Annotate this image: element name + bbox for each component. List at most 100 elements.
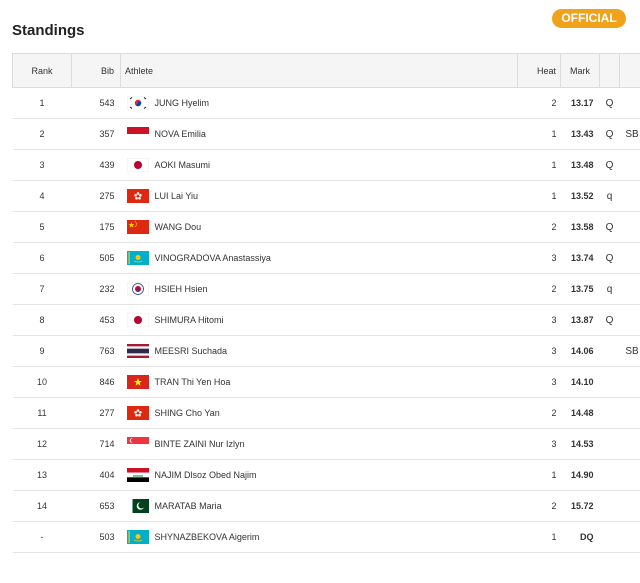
- cell-mark: DQ: [580, 532, 594, 542]
- table-row[interactable]: 2 357 NOVA Emilia 1 13.43 Q SB: [12, 119, 640, 150]
- table-row[interactable]: 10 846 TRAN Thi Yen Hoa 3 14.10: [12, 367, 640, 398]
- cell-rank: 2: [39, 129, 45, 139]
- flag-vie-icon: [126, 375, 149, 389]
- cell-rank: 1: [39, 98, 45, 108]
- cell-mark: 14.53: [570, 439, 594, 449]
- cell-qualifier: q: [606, 283, 613, 295]
- cell-heat: 3: [551, 253, 557, 263]
- cell-record: [620, 243, 640, 274]
- col-heat[interactable]: Heat: [517, 53, 561, 88]
- cell-bib: 357: [99, 129, 115, 139]
- flag-jpn-icon: [126, 157, 149, 173]
- athlete-name: AOKI Masumi: [154, 160, 211, 170]
- cell-record: SB: [625, 345, 639, 357]
- cell-mark: 13.75: [570, 284, 594, 294]
- cell-heat: 3: [551, 377, 557, 387]
- cell-mark: 13.58: [570, 222, 594, 232]
- flag-tpe-icon: [126, 281, 149, 297]
- cell-record: [620, 212, 640, 243]
- flag-irq-icon: [126, 468, 149, 482]
- col-bib[interactable]: Bib: [71, 53, 121, 88]
- cell-athlete: NOVA Emilia: [121, 119, 518, 150]
- flag-sgp-icon: [126, 437, 149, 451]
- table-row[interactable]: 14 653 MARATAB Maria 2 15.72: [12, 491, 640, 522]
- cell-mark: 15.72: [570, 501, 594, 511]
- cell-mark: 14.90: [570, 470, 594, 480]
- table-row[interactable]: 11 277 SHING Cho Yan 2 14.48: [12, 398, 640, 429]
- cell-mark: 13.87: [570, 315, 594, 325]
- cell-bib: 277: [99, 408, 115, 418]
- cell-mark: 13.48: [570, 160, 594, 170]
- table-row[interactable]: 9 763 MEESRI Suchada 3 14.06 SB: [12, 336, 640, 367]
- cell-athlete: SHYNAZBEKOVA Aigerim: [121, 522, 518, 553]
- cell-heat: 1: [551, 160, 557, 170]
- athlete-name: WANG Dou: [154, 222, 202, 232]
- col-mark[interactable]: Mark: [560, 53, 600, 88]
- cell-heat: 2: [551, 501, 557, 511]
- table-row[interactable]: - 503 SHYNAZBEKOVA Aigerim 1 DQ: [12, 522, 640, 553]
- table-row[interactable]: 12 714 BINTE ZAINI Nur Izlyn 3 14.53: [12, 429, 640, 460]
- cell-heat: 1: [551, 129, 557, 139]
- table-row[interactable]: 6 505 VINOGRADOVA Anastassiya 3 13.74 Q: [12, 243, 640, 274]
- page-title: Standings: [12, 22, 85, 39]
- official-badge: OFFICIAL: [552, 9, 626, 28]
- col-qualifier: [599, 53, 620, 88]
- table-header: Rank Bib Athlete Heat Mark: [12, 53, 640, 88]
- cell-bib: 505: [99, 253, 115, 263]
- cell-qualifier: Q: [605, 314, 614, 326]
- cell-heat: 3: [551, 315, 557, 325]
- cell-qualifier: [600, 429, 620, 460]
- cell-qualifier: [600, 336, 620, 367]
- cell-qualifier: Q: [605, 128, 614, 140]
- athlete-name: SHYNAZBEKOVA Aigerim: [154, 532, 260, 542]
- table-row[interactable]: 3 439 AOKI Masumi 1 13.48 Q: [12, 150, 640, 181]
- cell-bib: 275: [99, 191, 115, 201]
- cell-heat: 1: [551, 191, 557, 201]
- col-athlete[interactable]: Athlete: [120, 53, 518, 88]
- cell-athlete: SHIMURA Hitomi: [121, 305, 518, 336]
- cell-record: SB: [625, 128, 639, 140]
- athlete-name: JUNG Hyelim: [154, 98, 210, 108]
- cell-athlete: TRAN Thi Yen Hoa: [121, 367, 518, 398]
- table-row[interactable]: 7 232 HSIEH Hsien 2 13.75 q: [12, 274, 640, 305]
- athlete-name: VINOGRADOVA Anastassiya: [154, 253, 271, 263]
- cell-bib: 543: [99, 98, 115, 108]
- cell-athlete: BINTE ZAINI Nur Izlyn: [121, 429, 518, 460]
- cell-athlete: MARATAB Maria: [121, 491, 518, 522]
- table-row[interactable]: 5 175 WANG Dou 2 13.58 Q: [12, 212, 640, 243]
- cell-athlete: AOKI Masumi: [121, 150, 518, 181]
- flag-kor-icon: [126, 95, 149, 111]
- cell-record: [620, 181, 640, 212]
- cell-bib: 404: [99, 470, 115, 480]
- table-row[interactable]: 1 543 JUNG Hyelim 2 13.17 Q: [12, 88, 640, 119]
- cell-heat: 3: [551, 346, 557, 356]
- cell-qualifier: [600, 367, 620, 398]
- table-row[interactable]: 13 404 NAJIM Dlsoz Obed Najim 1 14.90: [12, 460, 640, 491]
- cell-qualifier: [600, 522, 620, 553]
- cell-heat: 1: [551, 470, 557, 480]
- cell-record: [620, 150, 640, 181]
- flag-kaz-icon: [126, 251, 149, 265]
- cell-bib: 439: [99, 160, 115, 170]
- table-row[interactable]: 4 275 LUI Lai Yiu 1 13.52 q: [12, 181, 640, 212]
- cell-rank: 4: [39, 191, 45, 201]
- cell-qualifier: [600, 460, 620, 491]
- cell-record: [620, 398, 640, 429]
- flag-jpn-icon: [126, 312, 149, 328]
- table-row[interactable]: 8 453 SHIMURA Hitomi 3 13.87 Q: [12, 305, 640, 336]
- cell-heat: 2: [551, 222, 557, 232]
- cell-record: [620, 522, 640, 553]
- cell-mark: 14.10: [570, 377, 594, 387]
- cell-bib: 503: [99, 532, 115, 542]
- cell-heat: 3: [551, 439, 557, 449]
- athlete-name: SHIMURA Hitomi: [154, 315, 224, 325]
- cell-record: [620, 460, 640, 491]
- cell-qualifier: Q: [605, 97, 614, 109]
- cell-athlete: SHING Cho Yan: [121, 398, 518, 429]
- cell-record: [620, 88, 640, 119]
- cell-rank: 8: [39, 315, 45, 325]
- cell-qualifier: q: [606, 190, 613, 202]
- col-rank[interactable]: Rank: [12, 53, 72, 88]
- cell-bib: 763: [99, 346, 115, 356]
- athlete-name: SHING Cho Yan: [154, 408, 220, 418]
